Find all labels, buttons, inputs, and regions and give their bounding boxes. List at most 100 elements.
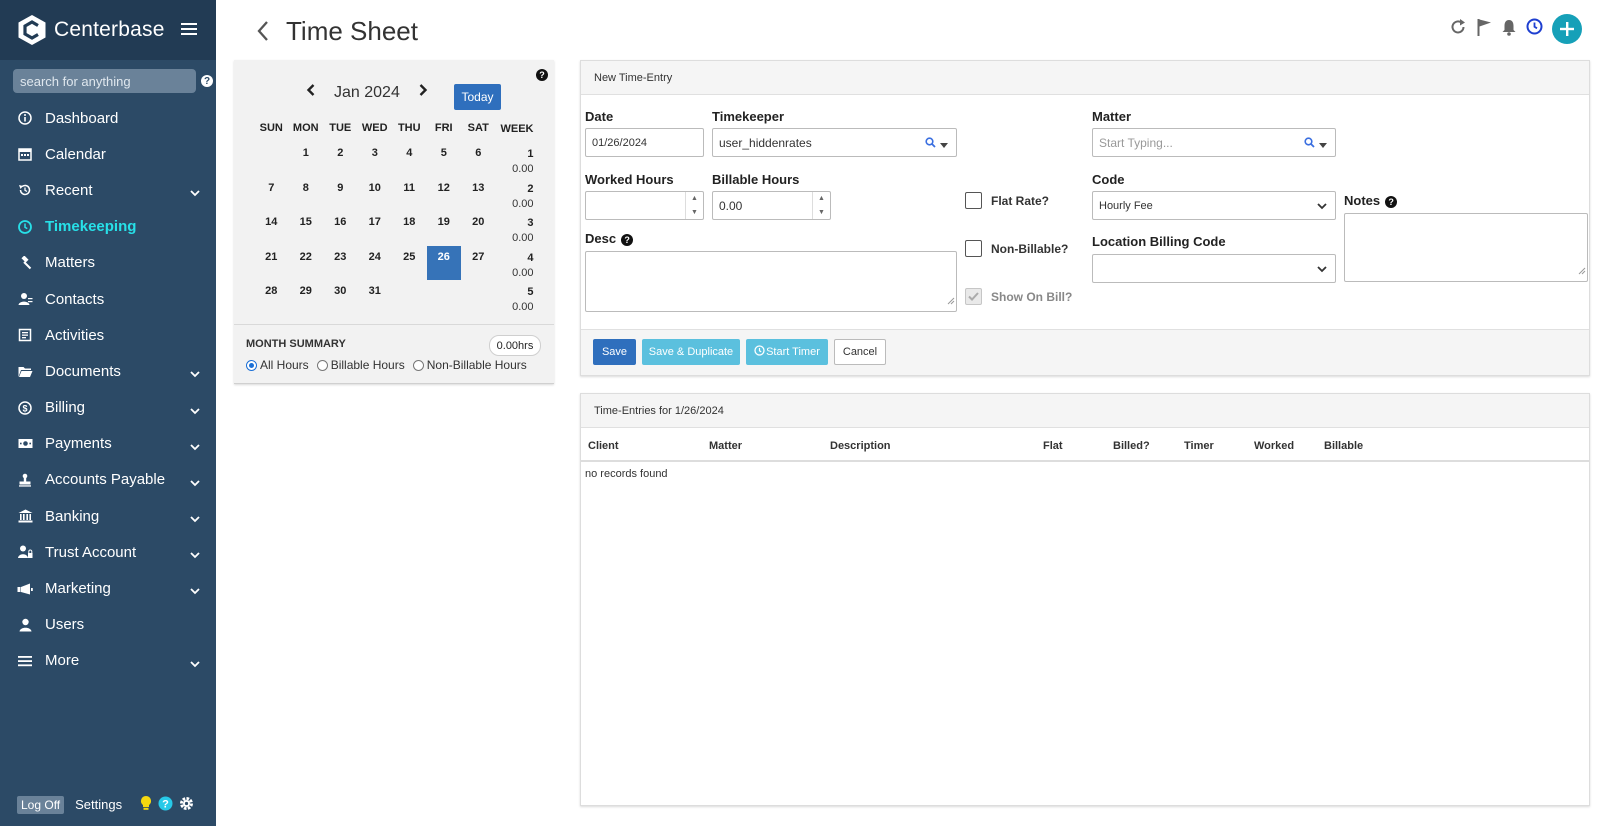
today-button[interactable]: Today: [454, 84, 501, 110]
week-summary[interactable]: 4 0.00: [496, 246, 533, 281]
resize-grip-icon[interactable]: [947, 292, 955, 310]
code-select[interactable]: Hourly Fee: [1092, 191, 1336, 220]
sidebar-item-users[interactable]: Users: [0, 607, 216, 643]
bell-icon[interactable]: [1501, 18, 1517, 41]
save-button[interactable]: Save: [593, 339, 636, 365]
week-summary[interactable]: 2 0.00: [496, 177, 533, 212]
date-field[interactable]: 01/26/2024: [585, 128, 704, 157]
column-header[interactable]: Matter: [709, 440, 742, 452]
billable-hours-input[interactable]: 0.00 ▲ ▼: [712, 191, 831, 220]
non-billable-checkbox[interactable]: [965, 240, 982, 257]
calendar-day[interactable]: [254, 142, 289, 177]
sidebar-item-payments[interactable]: Payments: [0, 426, 216, 462]
resize-grip-icon[interactable]: [1578, 262, 1586, 280]
help-icon[interactable]: ?: [158, 796, 173, 814]
calendar-day[interactable]: 27: [461, 246, 496, 281]
radio[interactable]: [412, 359, 424, 371]
cancel-button[interactable]: Cancel: [834, 339, 886, 365]
week-summary[interactable]: 1 0.00: [496, 142, 533, 177]
calendar-day[interactable]: 13: [461, 177, 496, 212]
calendar-day[interactable]: 18: [392, 211, 427, 246]
spin-up-icon[interactable]: ▲: [686, 192, 703, 206]
calendar-day[interactable]: 28: [254, 280, 289, 315]
calendar-help-icon[interactable]: ?: [536, 69, 548, 81]
filter-all-hours[interactable]: All Hours: [246, 358, 309, 372]
notes-help-icon[interactable]: ?: [1385, 195, 1398, 208]
calendar-day[interactable]: 30: [323, 280, 358, 315]
notes-textarea[interactable]: [1344, 213, 1588, 282]
sidebar-item-timekeeping[interactable]: Timekeeping: [0, 209, 216, 245]
flat-rate-checkbox[interactable]: [965, 192, 982, 209]
save-duplicate-button[interactable]: Save & Duplicate: [642, 339, 740, 365]
calendar-day[interactable]: 2: [323, 142, 358, 177]
sidebar-item-recent[interactable]: Recent: [0, 172, 216, 208]
sidebar-item-matters[interactable]: Matters: [0, 245, 216, 281]
prev-month-icon[interactable]: [306, 83, 316, 102]
sidebar-item-documents[interactable]: Documents: [0, 353, 216, 389]
billable-hours-stepper[interactable]: ▲ ▼: [812, 192, 830, 219]
calendar-day[interactable]: 4: [392, 142, 427, 177]
add-new-button[interactable]: [1552, 14, 1582, 44]
spin-up-icon[interactable]: ▲: [813, 192, 830, 206]
calendar-day[interactable]: 16: [323, 211, 358, 246]
week-summary[interactable]: 3 0.00: [496, 211, 533, 246]
column-header[interactable]: Timer: [1184, 440, 1214, 452]
column-header[interactable]: Billable: [1324, 440, 1363, 452]
refresh-icon[interactable]: [1449, 18, 1467, 41]
sidebar-item-dashboard[interactable]: Dashboard: [0, 100, 216, 136]
radio[interactable]: [316, 359, 328, 371]
desc-textarea[interactable]: [585, 251, 957, 312]
location-billing-code-select[interactable]: [1092, 254, 1336, 283]
calendar-day[interactable]: 5: [427, 142, 462, 177]
spin-down-icon[interactable]: ▼: [813, 206, 830, 220]
sidebar-item-billing[interactable]: $ Billing: [0, 390, 216, 426]
calendar-day[interactable]: 6: [461, 142, 496, 177]
search-input[interactable]: [13, 69, 196, 93]
next-month-icon[interactable]: [418, 83, 428, 102]
calendar-day-selected[interactable]: 26: [426, 245, 461, 280]
show-on-bill-checkbox[interactable]: [965, 288, 982, 305]
search-help-icon[interactable]: ?: [201, 75, 213, 87]
gear-icon[interactable]: [179, 796, 194, 814]
sidebar-item-calendar[interactable]: Calendar: [0, 136, 216, 172]
calendar-day[interactable]: 1: [289, 142, 324, 177]
calendar-day[interactable]: 29: [289, 280, 324, 315]
calendar-day[interactable]: 23: [323, 246, 358, 281]
timer-clock-icon[interactable]: [1526, 18, 1543, 40]
back-arrow-icon[interactable]: [256, 20, 270, 47]
calendar-day[interactable]: 3: [358, 142, 393, 177]
app-name[interactable]: Centerbase: [54, 18, 165, 42]
column-header[interactable]: Client: [588, 440, 619, 452]
filter-non-billable-hours[interactable]: Non-Billable Hours: [412, 358, 527, 372]
calendar-day[interactable]: 19: [427, 211, 462, 246]
logoff-button[interactable]: Log Off: [17, 795, 65, 814]
calendar-day[interactable]: 25: [392, 246, 427, 281]
calendar-day[interactable]: 24: [358, 246, 393, 281]
calendar-day[interactable]: 21: [254, 246, 289, 281]
lightbulb-icon[interactable]: [140, 795, 152, 814]
week-summary[interactable]: 5 0.00: [496, 280, 533, 315]
calendar-day[interactable]: 10: [358, 177, 393, 212]
settings-link[interactable]: Settings: [75, 797, 122, 812]
worked-hours-input[interactable]: ▲ ▼: [585, 191, 704, 220]
calendar-day[interactable]: 7: [254, 177, 289, 212]
calendar-day[interactable]: 11: [392, 177, 427, 212]
filter-billable-hours[interactable]: Billable Hours: [316, 358, 405, 372]
column-header[interactable]: Billed?: [1113, 440, 1150, 452]
column-header[interactable]: Worked: [1254, 440, 1294, 452]
spin-down-icon[interactable]: ▼: [686, 206, 703, 220]
matter-field[interactable]: Start Typing...: [1092, 128, 1336, 157]
desc-help-icon[interactable]: ?: [621, 233, 634, 246]
start-timer-button[interactable]: Start Timer: [746, 339, 828, 365]
calendar-day[interactable]: 31: [358, 280, 393, 315]
calendar-day[interactable]: 15: [289, 211, 324, 246]
menu-toggle-icon[interactable]: [180, 19, 197, 42]
flag-icon[interactable]: [1476, 18, 1492, 41]
sidebar-item-contacts[interactable]: Contacts: [0, 281, 216, 317]
calendar-day[interactable]: 17: [358, 211, 393, 246]
calendar-day[interactable]: 8: [289, 177, 324, 212]
sidebar-item-activities[interactable]: Activities: [0, 317, 216, 353]
calendar-day[interactable]: 14: [254, 211, 289, 246]
calendar-day[interactable]: 22: [289, 246, 324, 281]
calendar-day[interactable]: 12: [427, 177, 462, 212]
